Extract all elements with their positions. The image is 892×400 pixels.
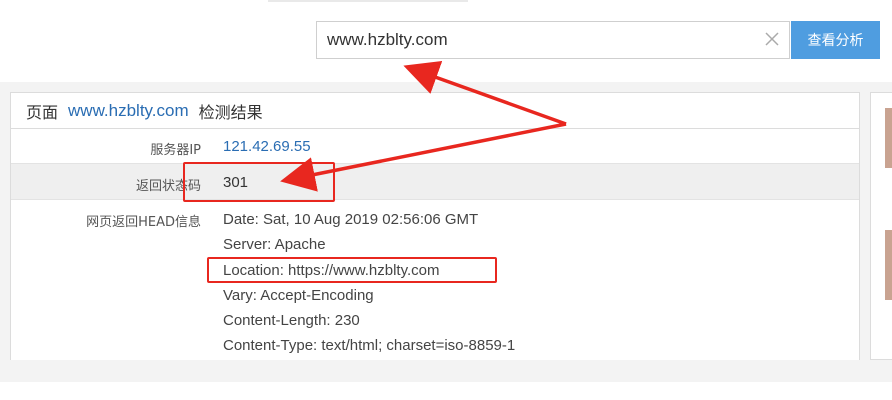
top-search-area: 查看分析 (0, 0, 892, 82)
server-ip-label: 服务器IP (150, 143, 201, 158)
header-prefix: 页面 (26, 102, 59, 122)
analyze-button[interactable]: 查看分析 (791, 21, 880, 59)
top-tab-edge (268, 0, 468, 2)
thumbnail-image[interactable] (885, 108, 892, 168)
head-line-content-type: Content-Type: text/html; charset=iso-885… (223, 337, 516, 355)
result-panel: 页面 www.hzblty.com 检测结果 服务器IP 121.42.69.5… (10, 92, 860, 360)
table-row-status-code: 返回状态码 301 (11, 164, 859, 200)
bottom-links-strip (0, 382, 892, 400)
annotation-box-status (183, 162, 335, 202)
head-info-label: 网页返回HEAD信息 (86, 215, 201, 230)
side-ad-panel (870, 92, 892, 360)
header-url[interactable]: www.hzblty.com (68, 101, 189, 121)
annotation-box-location (207, 257, 497, 283)
head-line-vary: Vary: Accept-Encoding (223, 286, 374, 304)
table-row-server-ip: 服务器IP 121.42.69.55 (11, 129, 859, 164)
head-line-content-length: Content-Length: 230 (223, 312, 360, 330)
panel-header: 页面 www.hzblty.com 检测结果 (11, 93, 859, 129)
search-box (316, 21, 790, 59)
header-suffix: 检测结果 (198, 102, 263, 122)
thumbnail-image[interactable] (885, 230, 892, 300)
head-line-date: Date: Sat, 10 Aug 2019 02:56:06 GMT (223, 211, 479, 228)
close-icon[interactable] (763, 30, 781, 48)
status-code-label: 返回状态码 (135, 179, 201, 194)
head-line-server: Server: Apache (223, 236, 326, 254)
server-ip-value[interactable]: 121.42.69.55 (223, 138, 311, 155)
search-input[interactable] (317, 22, 757, 58)
